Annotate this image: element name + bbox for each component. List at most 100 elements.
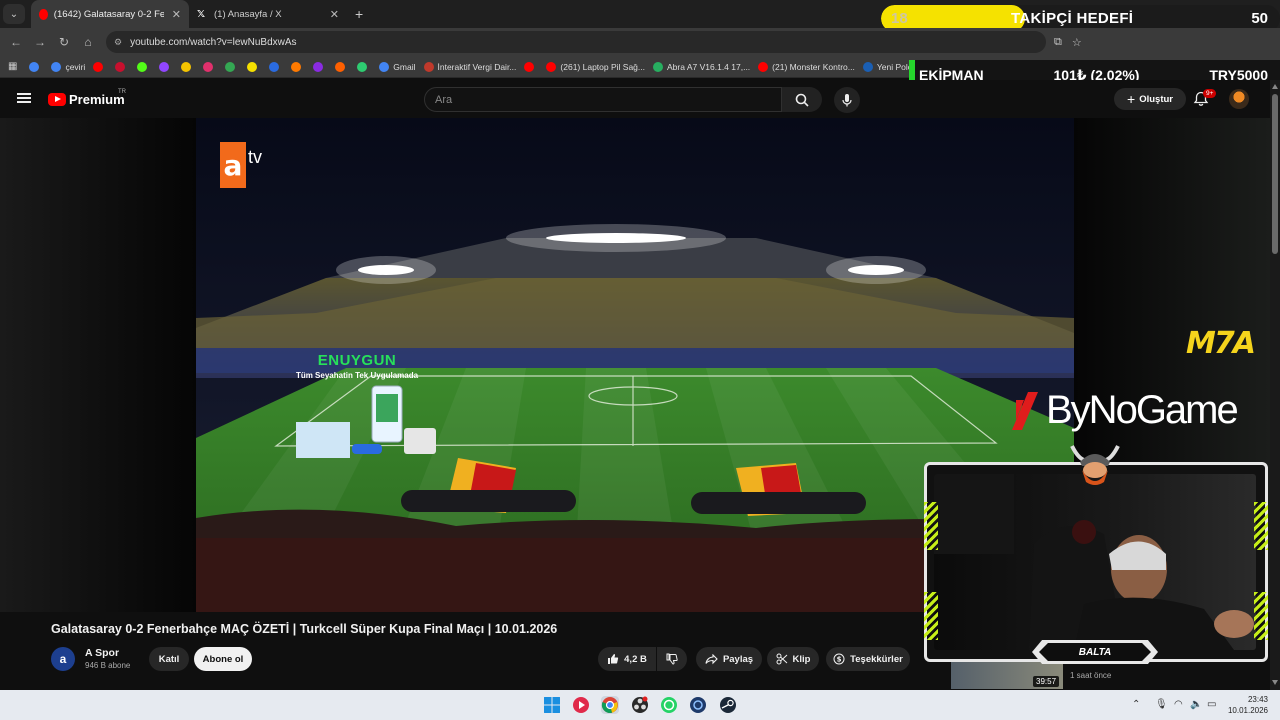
join-label: Katıl (158, 653, 180, 665)
bookmark-item[interactable] (203, 61, 217, 72)
scroll-up-arrow-icon[interactable] (1272, 84, 1278, 89)
streamer-silhouette (934, 474, 1254, 650)
battery-icon[interactable]: ▭ (1207, 699, 1216, 710)
bookmark-label: Gmail (393, 61, 416, 72)
url-text: youtube.com/watch?v=lewNuBdxwAs (130, 36, 297, 48)
dislike-button[interactable] (657, 647, 687, 671)
channel-avatar[interactable]: a (51, 647, 75, 671)
search-input[interactable]: Ara (424, 87, 782, 112)
bookmark-item[interactable] (313, 61, 327, 72)
page-scrollbar[interactable] (1270, 80, 1280, 690)
chrome-icon[interactable] (601, 696, 619, 714)
webcam-overlay: BALTA (924, 462, 1268, 664)
logo-text: Premium (69, 92, 125, 107)
share-label: Paylaş (722, 653, 754, 665)
scroll-down-arrow-icon[interactable] (1272, 680, 1278, 685)
back-icon[interactable]: ← (4, 35, 28, 49)
join-button[interactable]: Katıl (149, 647, 189, 671)
bookmark-item[interactable] (269, 61, 283, 72)
whatsapp-icon[interactable] (660, 696, 678, 714)
share-button[interactable]: Paylaş (696, 647, 762, 671)
bookmark-item[interactable] (159, 61, 173, 72)
windows-taskbar: ⌃ 🎙 ◠ 🔈 ▭ 23:43 10.01.2026 (0, 690, 1280, 720)
bookmark-item[interactable]: çeviri (51, 61, 85, 72)
youtube-icon (93, 61, 104, 72)
address-bar[interactable]: ⚙ youtube.com/watch?v=lewNuBdxwAs (106, 31, 1046, 53)
close-tab-icon[interactable]: ✕ (172, 8, 181, 21)
wifi-icon[interactable]: ◠ (1174, 699, 1183, 710)
green-arrow-icon (357, 61, 368, 72)
bynogame-mark-icon (1012, 391, 1038, 430)
youtube-logo[interactable]: Premium (48, 92, 125, 107)
new-tab-button[interactable]: + (355, 6, 363, 22)
close-tab-icon[interactable]: ✕ (330, 8, 339, 21)
thumbs-up-icon (608, 654, 619, 664)
tray-chevron-icon[interactable]: ⌃ (1132, 699, 1140, 710)
microphone-tray-icon[interactable]: 🎙 (1155, 699, 1168, 710)
subscribe-button[interactable]: Abone ol (194, 647, 252, 671)
forward-icon[interactable]: → (28, 35, 52, 49)
svg-text:$: $ (837, 656, 842, 664)
voice-search-button[interactable] (834, 87, 860, 113)
bookmark-item[interactable]: Yeni Polo (862, 61, 912, 72)
obs-icon[interactable] (631, 696, 649, 714)
system-clock[interactable]: 23:43 10.01.2026 (1224, 694, 1268, 716)
windows-start-icon[interactable] (543, 696, 561, 714)
google-icon (379, 61, 390, 72)
create-button[interactable]: + Oluştur (1114, 88, 1186, 110)
tab-x[interactable]: 𝕏 (1) Anasayfa / X ✕ (189, 0, 347, 28)
frame-accent (1254, 592, 1268, 640)
scroll-thumb[interactable] (1272, 94, 1278, 254)
bookmark-item[interactable] (247, 61, 261, 72)
game-launcher-icon[interactable] (689, 696, 707, 714)
bookmark-item[interactable]: (261) Laptop Pil Sağ... (546, 61, 645, 72)
bookmark-item[interactable] (181, 61, 195, 72)
bookmark-item[interactable]: İnteraktif Vergi Dair... (423, 61, 517, 72)
thanks-button[interactable]: $ Teşekkürler (826, 647, 910, 671)
orange-circle-icon (291, 61, 302, 72)
bookmark-item[interactable] (115, 61, 129, 72)
bookmark-star-icon[interactable]: ☆ (1072, 36, 1082, 49)
apps-grid-icon[interactable]: ▦ (8, 61, 17, 72)
viking-mascot-icon (1070, 445, 1120, 485)
site-info-icon[interactable]: ⚙ (114, 37, 122, 48)
notification-badge: 9+ (1203, 89, 1217, 98)
scissors-icon (776, 653, 787, 665)
bookmark-item[interactable] (137, 61, 151, 72)
media-player-icon[interactable] (572, 696, 590, 714)
tab-search-button[interactable]: ⌄ (3, 4, 25, 24)
bookmark-item[interactable]: Abra A7 V16.1.4 17,... (653, 61, 750, 72)
webcam-feed (934, 474, 1256, 650)
bookmark-item[interactable] (335, 61, 349, 72)
bookmark-item[interactable] (357, 61, 371, 72)
youtube-icon (758, 61, 769, 72)
bookmark-item[interactable]: Gmail (379, 61, 416, 72)
tab-youtube[interactable]: (1642) Galatasaray 0-2 Fenerbahçe ✕ (31, 0, 189, 28)
bookmark-item[interactable]: (21) Monster Kontro... (758, 61, 855, 72)
goal-current-count: 18 (891, 10, 908, 27)
bookmark-item[interactable] (225, 61, 239, 72)
bookmark-item[interactable] (29, 61, 43, 72)
google-icon (29, 61, 40, 72)
search-placeholder: Ara (435, 93, 453, 106)
steam-icon[interactable] (719, 696, 737, 714)
bookmark-item[interactable] (93, 61, 107, 72)
account-avatar[interactable] (1229, 89, 1249, 109)
volume-icon[interactable]: 🔈 (1190, 699, 1202, 710)
sponsor-title: ENUYGUN (317, 352, 397, 369)
like-count: 4,2 B (624, 653, 647, 665)
bookmark-item[interactable] (524, 61, 538, 72)
bookmark-item[interactable] (291, 61, 305, 72)
install-app-icon[interactable]: ⧉ (1054, 36, 1062, 49)
search-button[interactable] (782, 87, 822, 112)
bookmark-label: (261) Laptop Pil Sağ... (560, 61, 645, 72)
reload-icon[interactable]: ↻ (52, 35, 76, 49)
region-code: TR (118, 89, 126, 95)
clip-button[interactable]: Klip (767, 647, 819, 671)
menu-icon[interactable] (17, 93, 31, 103)
like-button[interactable]: 4,2 B (598, 647, 656, 671)
subscriber-count: 946 B abone (85, 661, 131, 670)
channel-name[interactable]: A Spor (85, 647, 119, 659)
home-icon[interactable]: ⌂ (76, 35, 100, 49)
bookmark-label: İnteraktif Vergi Dair... (437, 61, 517, 72)
